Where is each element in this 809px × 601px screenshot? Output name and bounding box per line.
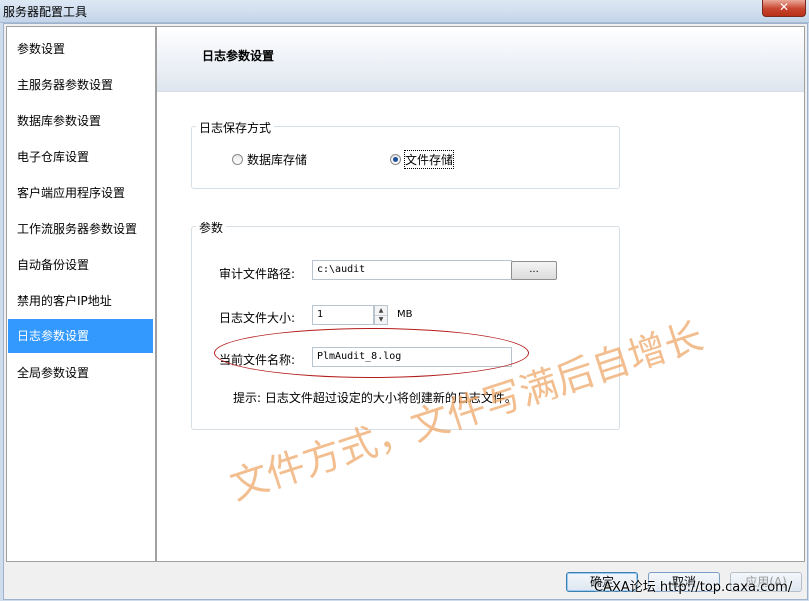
size-label: 日志文件大小: <box>219 311 296 325</box>
close-icon: ✕ <box>778 0 790 14</box>
sidebar-item-backup[interactable]: 自动备份设置 <box>8 248 153 282</box>
title-bar: 服务器配置工具 ✕ <box>0 0 809 23</box>
radio-file-storage[interactable]: 文件存储 <box>390 150 455 169</box>
filename-label: 当前文件名称: <box>219 353 296 367</box>
radio-db-storage[interactable]: 数据库存储 <box>232 151 307 168</box>
params-group-legend: 参数 <box>196 219 227 236</box>
window-title: 服务器配置工具 <box>3 5 88 19</box>
apply-button[interactable]: 应用(A) <box>730 572 802 592</box>
sidebar-item-params[interactable]: 参数设置 <box>8 32 153 66</box>
spin-down-icon[interactable]: ▼ <box>375 315 387 324</box>
sidebar-item-client-app[interactable]: 客户端应用程序设置 <box>8 176 153 210</box>
sidebar-item-log[interactable]: 日志参数设置 <box>8 319 153 353</box>
audit-path-label: 审计文件路径: <box>219 267 296 281</box>
radio-checked-icon <box>390 154 401 165</box>
size-spinner[interactable]: ▲ ▼ <box>374 305 388 325</box>
sidebar-item-vault[interactable]: 电子仓库设置 <box>8 140 153 174</box>
content-panel: 日志参数设置 日志保存方式 数据库存储 文件存储 参数 审计文件路径: c:\a… <box>156 26 805 562</box>
sidebar-item-global[interactable]: 全局参数设置 <box>8 356 153 390</box>
radio-unchecked-icon <box>232 154 243 165</box>
radio-db-storage-label: 数据库存储 <box>247 153 308 167</box>
dialog-body: 参数设置 主服务器参数设置 数据库参数设置 电子仓库设置 客户端应用程序设置 工… <box>3 23 808 600</box>
close-button[interactable]: ✕ <box>762 0 806 17</box>
browse-button[interactable]: ... <box>511 261 557 280</box>
sidebar-item-main-server[interactable]: 主服务器参数设置 <box>8 68 153 102</box>
size-input[interactable]: 1 <box>312 305 374 325</box>
radio-file-storage-label: 文件存储 <box>403 150 455 169</box>
hint-text: 提示: 日志文件超过设定的大小将创建新的日志文件。 <box>233 391 517 405</box>
page-title: 日志参数设置 <box>202 49 275 63</box>
sidebar-item-database[interactable]: 数据库参数设置 <box>8 104 153 138</box>
storage-group-legend: 日志保存方式 <box>196 119 275 136</box>
sidebar-item-workflow[interactable]: 工作流服务器参数设置 <box>8 212 153 246</box>
size-unit: MB <box>397 309 413 320</box>
sidebar: 参数设置 主服务器参数设置 数据库参数设置 电子仓库设置 客户端应用程序设置 工… <box>6 26 156 562</box>
storage-group: 日志保存方式 数据库存储 文件存储 <box>191 119 620 189</box>
filename-input[interactable]: PlmAudit_8.log <box>312 347 512 367</box>
cancel-button[interactable]: 取消 <box>648 572 720 592</box>
content-header: 日志参数设置 <box>157 27 804 92</box>
ok-button[interactable]: 确定 <box>566 572 638 592</box>
sidebar-item-blocked-ip[interactable]: 禁用的客户IP地址 <box>8 284 153 318</box>
audit-path-input[interactable]: c:\audit <box>312 260 512 280</box>
